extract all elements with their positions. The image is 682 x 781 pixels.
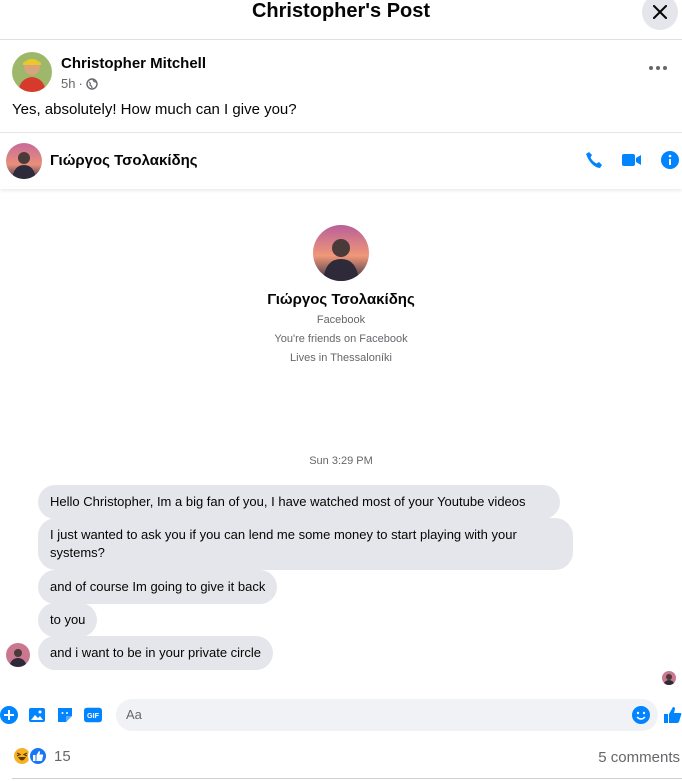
- message-timestamp: Sun 3:29 PM: [309, 455, 373, 467]
- post-text: Yes, absolutely! How much can I give you…: [12, 101, 297, 118]
- contact-name: Γιώργος Τσολακίδης: [50, 152, 198, 169]
- messenger-screenshot[interactable]: Γιώργος Τσολακίδης Γιώργος Τσολακίδης Fa…: [0, 132, 682, 734]
- profile-platform: Facebook: [316, 314, 366, 326]
- profile-avatar: [313, 225, 369, 281]
- gif-button: GIF: [84, 706, 102, 724]
- message-bubble: and i want to be in your private circle: [38, 636, 273, 670]
- like-send-button: [664, 706, 682, 724]
- like-reaction-icon: [28, 746, 48, 766]
- message-input: Aa: [116, 699, 658, 731]
- message-composer: GIF Aa: [0, 699, 682, 735]
- more-icon: [649, 66, 667, 70]
- reaction-count: 15: [54, 747, 71, 765]
- message-bubble: to you: [38, 603, 98, 637]
- profile-name: Γιώργος Τσολακίδης: [267, 291, 415, 308]
- post-time[interactable]: 5h: [61, 76, 75, 91]
- sender-avatar: [6, 643, 30, 667]
- post-dialog-title: Christopher's Post: [251, 0, 431, 22]
- more-options-button[interactable]: [646, 56, 670, 80]
- emoji-button: [632, 706, 650, 724]
- reactions-summary[interactable]: 15: [12, 746, 71, 766]
- chat-header: Γιώργος Τσολακίδης: [0, 133, 682, 189]
- voice-call-button: [584, 150, 604, 170]
- phone-icon: [586, 152, 602, 168]
- plus-circle-icon: [0, 706, 18, 724]
- meta-separator: ·: [78, 76, 83, 91]
- post-meta: 5h ·: [61, 76, 98, 91]
- info-icon: [661, 151, 679, 169]
- seen-indicator-avatar: [662, 671, 676, 685]
- video-icon: [622, 154, 641, 166]
- message-bubble: I just wanted to ask you if you can lend…: [38, 518, 573, 570]
- message-bubble: Hello Christopher, Im a big fan of you, …: [38, 485, 560, 519]
- chat-actions: [584, 150, 680, 170]
- smiley-icon: [632, 706, 650, 724]
- gif-icon: GIF: [84, 707, 102, 723]
- add-button: [0, 706, 18, 724]
- profile-location: Lives in Thessaloníki: [290, 352, 392, 364]
- contact-avatar: [6, 143, 42, 179]
- svg-text:GIF: GIF: [87, 711, 100, 720]
- divider: [12, 778, 682, 779]
- info-button: [660, 150, 680, 170]
- photo-button: [28, 706, 46, 724]
- profile-friendship: You're friends on Facebook: [274, 333, 408, 345]
- globe-icon: [86, 77, 98, 90]
- author-avatar[interactable]: [12, 52, 52, 92]
- video-call-button: [622, 150, 642, 170]
- message-input-placeholder: Aa: [126, 707, 142, 722]
- post-author-row: Christopher Mitchell 5h ·: [12, 52, 672, 92]
- close-button[interactable]: [642, 0, 678, 30]
- post-dialog-header: Christopher's Post: [0, 0, 682, 40]
- comments-count-link[interactable]: 5 comments: [598, 749, 680, 766]
- message-bubble: and of course Im going to give it back: [38, 570, 278, 604]
- composer-actions: GIF: [0, 706, 102, 724]
- image-icon: [29, 708, 45, 722]
- author-name[interactable]: Christopher Mitchell: [61, 55, 206, 72]
- sticker-icon: [58, 708, 72, 722]
- thumbs-up-icon: [664, 707, 682, 723]
- sticker-button: [56, 706, 74, 724]
- close-icon: [653, 5, 667, 19]
- reaction-icons: [12, 746, 48, 766]
- contact-profile-card: Γιώργος Τσολακίδης Facebook You're frien…: [0, 225, 682, 365]
